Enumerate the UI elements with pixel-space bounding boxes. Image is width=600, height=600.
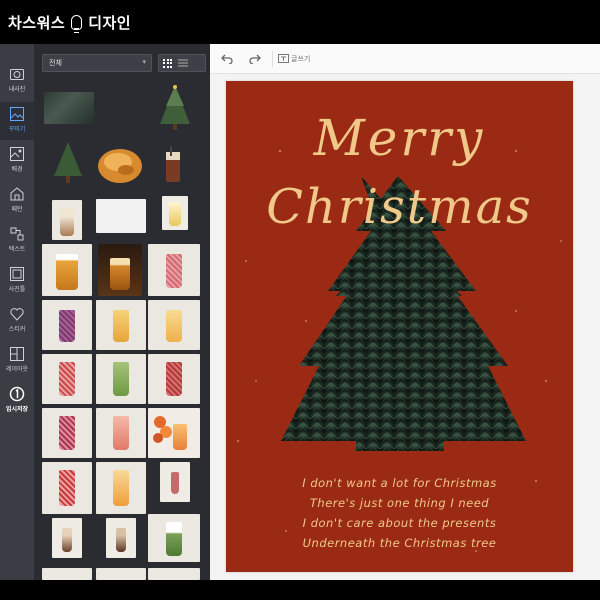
lyrics-line: I don't care about the presents [302,516,497,530]
text-box-icon [277,54,289,63]
asset-thumbnail-mango-drink[interactable] [96,300,146,350]
asset-thumbnail-small-tree[interactable] [50,138,86,186]
asset-thumbnail-raspberry-drink[interactable] [42,408,92,458]
toolbar-divider [272,50,273,67]
asset-thumbnail-berry-cup[interactable] [160,462,190,502]
lyrics-line: I don't want a lot for Christmas [302,476,497,490]
sidebar-item-label: 사진틀 [8,286,26,293]
lightbulb-icon [71,14,83,33]
asset-thumbnail-lemon-drink[interactable] [162,196,188,230]
asset-thumbnail-matcha-drink[interactable] [96,354,146,404]
grid-icon[interactable] [163,58,172,68]
asset-thumbnail-red-drink[interactable] [42,462,92,514]
asset-thumbnail-pink-drink[interactable] [96,408,146,458]
asset-panel: 전체 ▾ [34,44,210,580]
sidebar-item-label: 패턴 [11,206,23,213]
asset-thumbnail-blank-card[interactable] [96,199,146,233]
sidebar-item-label: 텍스트 [8,246,26,253]
sidebar-item-temp-save[interactable]: 임시저장 [0,382,34,420]
asset-thumbnail-fruit-drinks[interactable] [148,408,200,458]
list-icon[interactable] [178,59,188,67]
asset-thumbnail-grape-drink[interactable] [42,300,92,350]
sidebar-item-label: 배경 [11,166,23,173]
sidebar-item-layout[interactable]: 레이아웃 [0,342,34,380]
asset-thumbnail-beer[interactable] [42,244,92,296]
sidebar-item-label: 임시저장 [5,406,29,413]
asset-thumbnail-coffee-cup[interactable] [106,518,136,558]
christmas-card-canvas[interactable]: Merry Christmas I don't want a lot for C… [226,81,573,572]
asset-thumbnail-pine-photo[interactable] [44,92,94,124]
asset-thumbnail-peach-drink[interactable] [148,300,200,350]
asset-thumbnail-beer-dark[interactable] [98,244,142,296]
chevron-down-icon: ▾ [142,58,146,66]
title-bar: 차스워스 디자인 [0,0,600,44]
asset-thumbnail-strawberry-drink[interactable] [42,354,92,404]
asset-thumbnail-partial[interactable] [42,568,92,580]
heart-icon [10,308,24,321]
app-title: 차스워스 [8,13,66,32]
sidebar-item-label: 내사진 [8,86,26,93]
sidebar-item-background[interactable]: 배경 [0,142,34,180]
category-dropdown[interactable]: 전체 ▾ [42,54,152,72]
text-tool-label[interactable]: 글쓰기 [291,54,310,64]
frame-icon [10,267,24,281]
asset-thumbnail-pastry[interactable] [96,142,144,186]
sidebar-item-text[interactable]: 텍스트 [0,222,34,260]
pattern-icon [10,187,24,201]
asset-thumbnail-orange-drink[interactable] [96,462,146,514]
undo-icon [221,54,233,64]
headline-merry[interactable]: Merry [226,109,573,167]
text-tool-button[interactable] [277,48,289,70]
app-title-suffix: 디자인 [88,13,132,32]
background-icon [10,147,24,161]
lyrics-text-block[interactable]: I don't want a lot for Christmas There's… [226,473,573,553]
canvas-workspace: 글쓰기 Merry Christmas I don't want a lot f… [210,44,600,580]
asset-thumbnail-latte[interactable] [52,200,82,240]
sticker-icon [10,107,24,121]
lyrics-line: There's just one thing I need [309,496,490,510]
asset-thumbnail-partial[interactable] [96,568,146,580]
sidebar-item-my-photos[interactable]: 내사진 [0,62,34,100]
editor-toolbar: 글쓰기 [210,44,600,74]
asset-thumbnail-partial[interactable] [148,568,200,580]
asset-thumbnail-tree[interactable] [154,84,196,132]
sidebar-item-sticker[interactable]: 스티커 [0,302,34,340]
save-icon [9,386,25,402]
text-icon [10,227,24,241]
undo-button[interactable] [216,48,238,70]
sidebar-item-frame[interactable]: 사진틀 [0,262,34,300]
layout-icon [10,347,24,361]
camera-icon [10,69,24,80]
sidebar-item-label: 레이아웃 [5,366,29,373]
sidebar: 내사진 꾸미기 배경 패턴 텍스트 사진틀 스티커 레이아웃 임시저장 [0,44,34,580]
sidebar-item-decorate[interactable]: 꾸미기 [0,102,34,140]
bottom-bar [0,580,600,600]
asset-thumbnail-mocha-cup[interactable] [52,518,82,558]
app-window: 차스워스 디자인 내사진 꾸미기 배경 패턴 텍스트 사진틀 스티커 레이아웃 … [0,0,600,600]
asset-thumbnail-cherry-drink[interactable] [148,354,200,404]
sidebar-item-label: 스티커 [8,326,26,333]
category-dropdown-label: 전체 [49,59,62,67]
asset-thumbnail-iced-drink[interactable] [160,144,186,186]
view-toggle [158,54,206,72]
asset-thumbnail-berry-drink[interactable] [148,244,200,296]
redo-button[interactable] [244,48,266,70]
headline-christmas[interactable]: Christmas [226,179,573,235]
asset-thumbnail-green-tea-drink[interactable] [148,514,200,562]
lyrics-line: Underneath the Christmas tree [302,536,497,550]
sidebar-item-label: 꾸미기 [8,126,26,133]
redo-icon [249,54,261,64]
sidebar-item-pattern[interactable]: 패턴 [0,182,34,220]
